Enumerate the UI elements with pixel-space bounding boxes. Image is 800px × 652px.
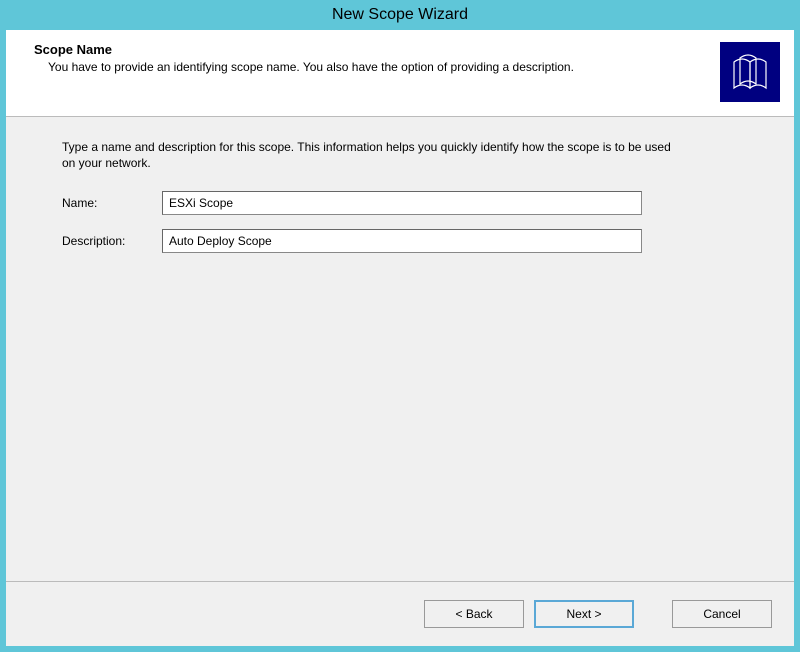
description-row: Description: — [62, 229, 754, 253]
description-label: Description: — [62, 234, 162, 248]
button-spacer — [644, 600, 662, 628]
wizard-window: New Scope Wizard Scope Name You have to … — [0, 0, 800, 652]
description-input[interactable] — [162, 229, 642, 253]
page-title: Scope Name — [34, 42, 710, 57]
books-icon — [720, 42, 780, 102]
page-subtitle: You have to provide an identifying scope… — [48, 59, 710, 75]
window-title: New Scope Wizard — [332, 6, 468, 24]
name-input[interactable] — [162, 191, 642, 215]
instruction-text: Type a name and description for this sco… — [62, 139, 682, 171]
name-label: Name: — [62, 196, 162, 210]
cancel-button[interactable]: Cancel — [672, 600, 772, 628]
wizard-body: Type a name and description for this sco… — [6, 117, 794, 581]
next-button[interactable]: Next > — [534, 600, 634, 628]
wizard-header-text: Scope Name You have to provide an identi… — [20, 42, 710, 75]
wizard-header: Scope Name You have to provide an identi… — [6, 30, 794, 117]
back-button[interactable]: < Back — [424, 600, 524, 628]
titlebar[interactable]: New Scope Wizard — [0, 0, 800, 30]
name-row: Name: — [62, 191, 754, 215]
wizard-footer: < Back Next > Cancel — [6, 582, 794, 646]
